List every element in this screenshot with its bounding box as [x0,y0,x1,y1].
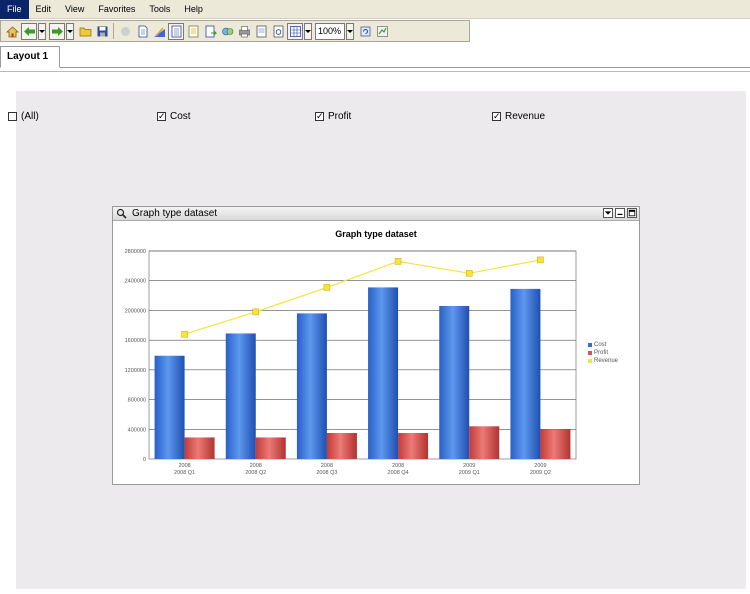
home-icon[interactable] [4,23,20,40]
menu-edit[interactable]: Edit [29,0,59,19]
x-tick-label: 2008 Q4 [388,470,409,476]
page-setup-icon[interactable] [253,23,269,40]
point-revenue [466,270,473,277]
legend-label-cost: Cost [594,342,607,348]
back-dropdown[interactable] [38,22,46,40]
x-tick-label: 2008 [392,463,404,469]
layout-dropdown[interactable] [304,22,312,40]
filter-cost-label: Cost [170,111,191,122]
filter-cost-checkbox[interactable] [157,110,166,122]
x-tick-label: 2008 [178,463,190,469]
y-tick-label: 400000 [128,427,146,433]
filter-all-checkbox[interactable] [8,112,17,121]
point-revenue [323,284,331,291]
legend-item-revenue: Revenue [588,357,618,365]
bar-cost [439,305,470,459]
bar-profit [326,433,357,459]
disabled-icon [117,23,133,40]
divider [0,71,750,72]
save-icon[interactable] [94,23,110,40]
chart-panel: Graph type dataset Graph type dataset 04… [112,206,640,485]
y-tick-label: 1600000 [125,338,146,344]
point-revenue [252,308,259,316]
bar-cost [225,333,256,459]
x-tick-label: 2008 Q3 [316,470,337,476]
filter-cost[interactable]: Cost [157,110,191,122]
layout-icon[interactable] [287,22,303,40]
print-icon[interactable] [236,23,252,40]
page-icon[interactable] [134,23,150,40]
y-tick-label: 1200000 [125,368,146,374]
point-revenue [537,256,544,264]
menu-favorites[interactable]: Favorites [91,0,142,19]
tab-strip: Layout 1 [0,46,750,68]
toolbar: 100% [0,20,470,42]
bar-profit [540,429,571,459]
chart-legend: Cost Profit Revenue [588,341,618,365]
menu-help[interactable]: Help [177,0,210,19]
filter-revenue[interactable]: Revenue [492,110,546,122]
tab-layout-1[interactable]: Layout 1 [0,46,60,68]
filter-all[interactable]: (All) [8,111,39,122]
back-icon[interactable] [21,22,37,40]
legend-item-profit: Profit [588,349,618,357]
chart-edit-icon[interactable] [151,23,167,40]
bar-line-chart: 0 400000 800000 1200000 1600000 2000000 240000… [125,249,577,476]
filter-profit-label: Profit [328,111,352,122]
x-tick-label: 2009 [463,463,475,469]
settings-icon[interactable] [374,23,390,40]
x-tick-label: 2008 [321,463,333,469]
report-icon[interactable] [168,22,184,40]
forward-icon[interactable] [49,22,65,40]
x-tick-label: 2008 [250,463,262,469]
menu-tools[interactable]: Tools [142,0,177,19]
bar-cost [296,313,327,459]
preview-icon[interactable] [270,23,286,40]
filter-profit-checkbox[interactable] [315,110,324,122]
zoom-select[interactable]: 100% [315,22,345,40]
filter-profit[interactable]: Profit [315,110,352,122]
refresh-icon[interactable] [357,23,373,40]
point-revenue [181,330,188,338]
y-tick-label: 2000000 [125,308,146,314]
legend-item-cost: Cost [588,341,618,349]
y-tick-label: 0 [143,457,146,463]
x-tick-label: 2009 Q1 [459,470,480,476]
x-tick-label: 2008 Q2 [245,470,266,476]
x-tick-label: 2009 Q2 [530,470,551,476]
bar-profit [398,433,429,459]
menu-file[interactable]: File [0,0,29,19]
x-tick-label: 2008 Q1 [174,470,195,476]
bar-profit [469,426,500,459]
legend-label-profit: Profit [594,350,609,356]
menu-view[interactable]: View [58,0,91,19]
bar-profit [255,437,286,459]
y-tick-label: 2800000 [125,249,146,255]
filter-revenue-checkbox[interactable] [492,110,501,122]
y-tick-label: 2400000 [125,279,146,285]
menu-bar: File Edit View Favorites Tools Help [0,0,750,19]
y-tick-label: 800000 [128,398,146,404]
filter-revenue-label: Revenue [505,111,546,122]
bar-cost [510,288,541,459]
open-folder-icon[interactable] [77,23,93,40]
zoom-dropdown[interactable] [346,22,354,40]
forward-dropdown[interactable] [66,22,74,40]
toolbar-separator [113,23,114,39]
doc-icon[interactable] [185,23,201,40]
bar-cost [368,287,399,459]
x-tick-label: 2009 [534,463,546,469]
bar-cost [154,355,185,459]
filter-all-label: (All) [21,111,39,122]
bar-profit [184,437,215,459]
export-icon[interactable] [202,23,218,40]
legend-label-revenue: Revenue [594,358,619,364]
point-revenue [394,258,402,265]
refresh-data-icon[interactable] [219,23,235,40]
